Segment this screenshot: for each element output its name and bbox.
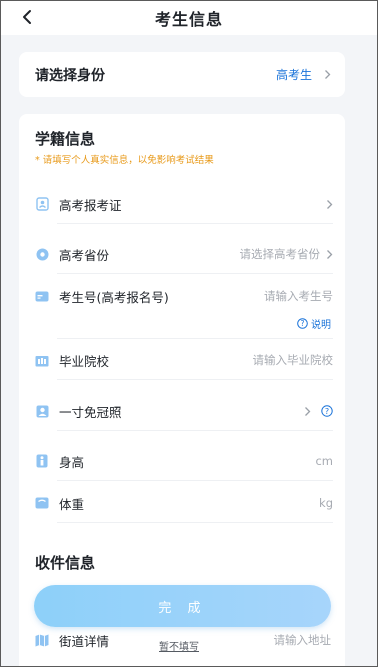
done-button[interactable]: 完 成 [34,585,331,627]
row-label: 体重 [59,496,85,512]
question-circle-icon[interactable]: ? [321,405,333,417]
page-title: 考生信息 [154,10,223,29]
location-pin-icon [35,247,49,261]
id-card-icon [35,289,49,303]
explain-label: 说明 [311,320,331,331]
row-label: 一寸免冠照 [59,404,122,420]
chevron-right-icon [324,69,331,80]
identity-value: 高考生 [275,68,312,82]
row-graduation-school[interactable]: 毕业院校 请输入毕业院校 [35,340,333,380]
height-ruler-icon [35,454,49,468]
row-candidate-number[interactable]: 考生号(高考报名号) 请输入考生号 [35,276,333,316]
weight-input[interactable]: kg [319,496,333,510]
row-value: 请选择高考省份 [239,247,321,261]
candidate-number-input[interactable]: 请输入考生号 [264,288,333,304]
row-label: 考生号(高考报名号) [59,289,169,305]
row-label: 身高 [59,454,85,470]
skip-link[interactable]: 暂不填写 [159,638,199,653]
row-label: 毕业院校 [59,353,110,369]
identity-selector[interactable]: 请选择身份 高考生 [19,52,345,97]
divider [57,430,333,431]
map-icon [35,633,49,647]
section-title: 收件信息 [35,554,96,572]
chevron-right-icon [304,406,311,417]
row-exam-province[interactable]: 高考省份 请选择高考省份 [35,234,333,274]
height-input[interactable]: cm [315,454,333,468]
row-label: 高考报考证 [59,197,122,213]
row-id-photo[interactable]: 一寸免冠照 ? [35,391,333,431]
school-building-icon [35,353,49,367]
identity-label: 请选择身份 [35,67,105,84]
divider [57,273,333,274]
svg-text:?: ? [301,319,305,328]
app-screen: 考生信息 请选择身份 高考生 学籍信息 * 请填写个人真实信息，以免影响考试结果… [0,0,378,667]
row-weight[interactable]: 体重 kg [35,483,333,523]
chevron-right-icon [326,249,333,260]
explain-link[interactable]: ? 说明 [297,316,331,331]
chevron-right-icon [326,199,333,210]
street-address-input[interactable]: 请输入地址 [274,632,332,648]
divider [57,480,333,481]
divider [57,223,333,224]
question-circle-icon: ? [297,318,308,329]
divider [57,338,333,339]
notice-text: * 请填写个人真实信息，以免影响考试结果 [35,155,214,166]
row-height[interactable]: 身高 cm [35,441,333,481]
back-arrow-icon[interactable] [17,6,37,28]
graduation-school-input[interactable]: 请输入毕业院校 [253,352,334,368]
weight-scale-icon [35,496,49,510]
navigation-bar: 考生信息 [1,1,377,35]
id-badge-icon [35,197,49,211]
person-photo-icon [35,404,49,418]
divider [57,379,333,380]
svg-text:?: ? [325,407,329,416]
divider [57,522,333,523]
row-label: 高考省份 [59,247,110,263]
row-admission-ticket[interactable]: 高考报考证 [35,184,333,224]
section-title: 学籍信息 [35,130,96,148]
